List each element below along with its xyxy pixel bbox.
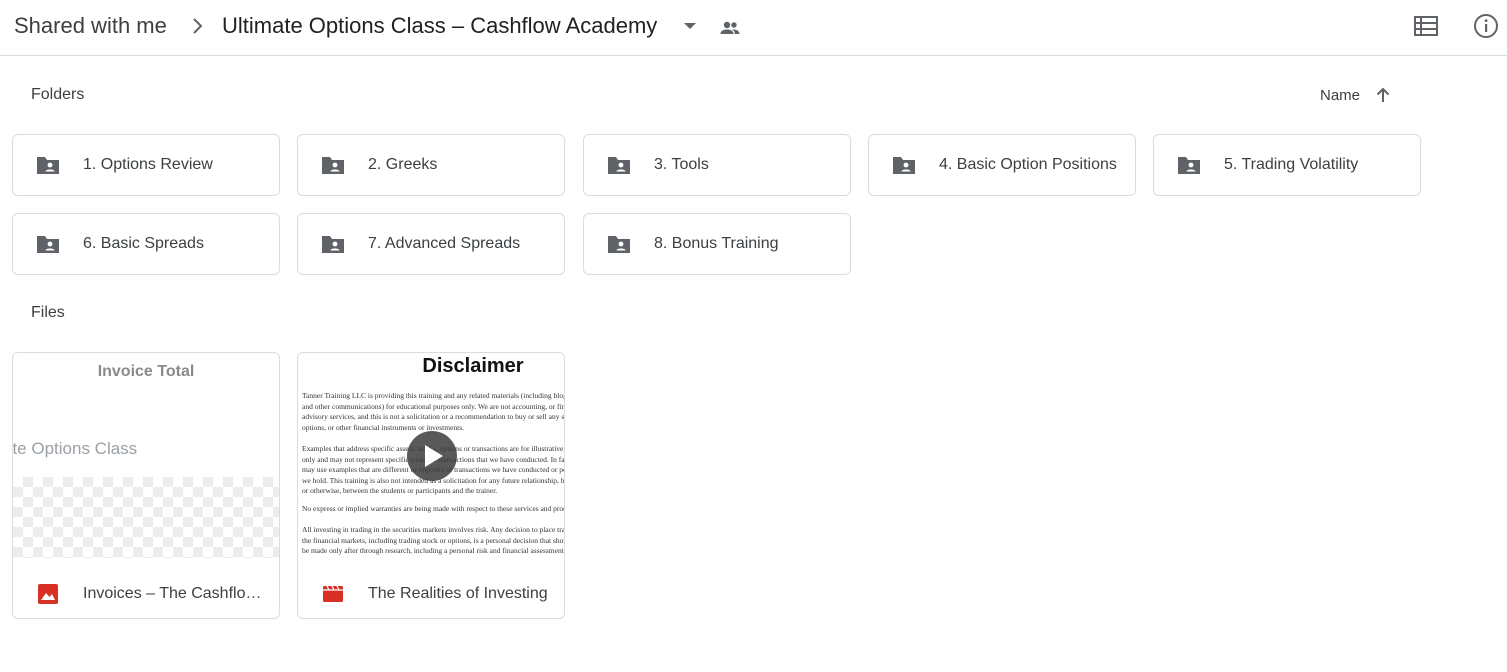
folder-name: 2. Greeks: [368, 156, 438, 173]
thumbnail-title: Disclaimer: [422, 355, 524, 377]
folder-card[interactable]: 6. Basic Spreads: [12, 213, 280, 275]
shared-folder-icon: [322, 157, 344, 174]
files-section-label: Files: [31, 304, 65, 321]
chevron-right-icon: [193, 18, 203, 34]
arrow-up-icon: [1376, 87, 1390, 102]
play-icon: [425, 445, 443, 467]
caret-down-icon[interactable]: [680, 16, 700, 36]
shared-folder-icon: [1178, 157, 1200, 174]
shared-folder-icon: [893, 157, 915, 174]
folder-name: 8. Bonus Training: [654, 235, 779, 252]
shared-folder-icon: [608, 236, 630, 253]
image-icon: [38, 584, 58, 604]
folder-card[interactable]: 1. Options Review: [12, 134, 280, 196]
sort-label: Name: [1320, 86, 1361, 104]
list-view-icon[interactable]: [1412, 12, 1440, 40]
sort-by-name-button[interactable]: Name: [1320, 84, 1392, 106]
thumbnail-subtitle: ate Options Class: [13, 439, 138, 458]
folder-name: 4. Basic Option Positions: [939, 156, 1117, 173]
folder-name: 5. Trading Volatility: [1224, 156, 1359, 173]
thumbnail-paragraph: Tanner Training LLC is providing this tr…: [302, 391, 564, 432]
file-footer: The Realities of Investing: [298, 558, 564, 618]
file-card[interactable]: Disclaimer Tanner Training LLC is provid…: [297, 352, 565, 619]
play-button[interactable]: [407, 431, 457, 481]
folder-name: 1. Options Review: [83, 156, 213, 173]
folder-card[interactable]: 3. Tools: [583, 134, 851, 196]
thumbnail-title: Invoice Total: [97, 363, 195, 380]
shared-folder-icon: [322, 236, 344, 253]
file-name: The Realities of Investing: [368, 585, 548, 602]
shared-folder-icon: [608, 157, 630, 174]
transparent-background: [13, 477, 279, 558]
file-footer: Invoices – The Cashflow Academy: [13, 558, 279, 618]
shared-people-icon[interactable]: [718, 16, 742, 40]
folder-card[interactable]: 4. Basic Option Positions: [868, 134, 1136, 196]
thumbnail-paragraph: No express or implied warranties are bei…: [302, 504, 564, 513]
folders-section-label: Folders: [31, 86, 85, 103]
info-icon[interactable]: [1472, 12, 1500, 40]
shared-folder-icon: [37, 236, 59, 253]
file-thumbnail: Disclaimer Tanner Training LLC is provid…: [298, 353, 564, 558]
thumbnail-paragraph: All investing in trading in the securiti…: [302, 525, 564, 555]
file-name: Invoices – The Cashflow Academy: [83, 585, 269, 602]
folder-name: 3. Tools: [654, 156, 709, 173]
file-thumbnail: Invoice Total ate Options Class: [13, 353, 279, 558]
shared-folder-icon: [37, 157, 59, 174]
folder-name: 6. Basic Spreads: [83, 235, 204, 252]
file-card[interactable]: Invoice Total ate Options Class Invoices…: [12, 352, 280, 619]
folder-card[interactable]: 8. Bonus Training: [583, 213, 851, 275]
video-icon: [323, 585, 343, 602]
breadcrumb-shared-with-me[interactable]: Shared with me: [14, 12, 167, 40]
top-bar: Shared with me Ultimate Options Class – …: [0, 0, 1507, 56]
folder-card[interactable]: 2. Greeks: [297, 134, 565, 196]
folder-card[interactable]: 5. Trading Volatility: [1153, 134, 1421, 196]
folder-card[interactable]: 7. Advanced Spreads: [297, 213, 565, 275]
folder-name: 7. Advanced Spreads: [368, 235, 521, 252]
breadcrumb-current-folder[interactable]: Ultimate Options Class – Cashflow Academ…: [222, 12, 657, 40]
